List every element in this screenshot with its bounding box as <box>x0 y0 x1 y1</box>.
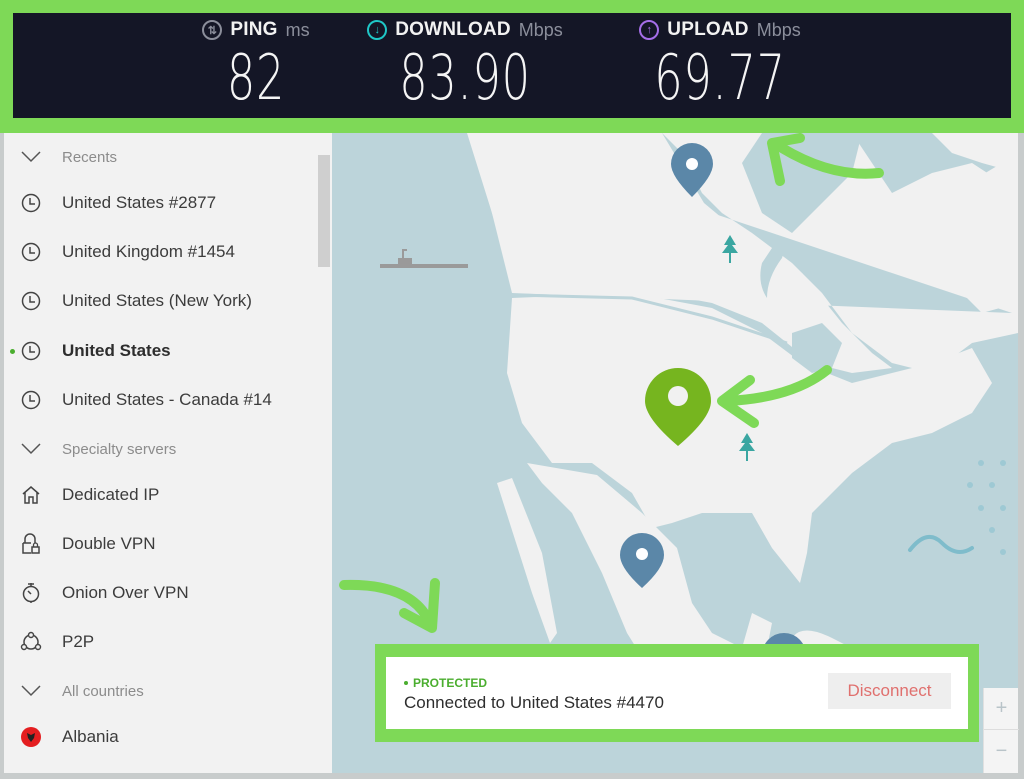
ping-label: PING <box>230 19 278 40</box>
dots-decoration <box>967 460 1006 555</box>
upload-value: 69.77 <box>654 41 786 114</box>
highlight-arrow-panel <box>339 578 440 633</box>
ship-decoration <box>380 249 468 268</box>
server-sidebar: Recents United States #2877 United Kingd… <box>4 133 332 773</box>
section-toggle-all-countries[interactable]: All countries <box>4 671 314 711</box>
zoom-in-button[interactable]: + <box>984 688 1019 730</box>
upload-arrow-icon: ↑ <box>639 20 660 40</box>
server-label: United States #2877 <box>62 193 217 212</box>
onion-icon <box>20 582 42 604</box>
home-icon <box>20 484 42 506</box>
status-dot-icon <box>404 681 408 685</box>
server-label: United States - Canada #14 <box>62 390 272 409</box>
clock-icon <box>20 241 42 263</box>
ping-metric: ⇅ PING ms 82 <box>181 19 331 111</box>
upload-label: UPLOAD <box>667 19 749 40</box>
specialty-item-dedicated-ip[interactable]: Dedicated IP <box>4 475 314 515</box>
specialty-item-double-vpn[interactable]: Double VPN <box>4 524 314 564</box>
chevron-down-icon <box>20 680 42 702</box>
speed-test-panel: ⇅ PING ms 82 ↓ DOWNLOAD Mbps 83.90 ↑ UPL… <box>13 13 1011 118</box>
land-baja <box>497 478 557 643</box>
map-zoom-controls: + − <box>983 688 1019 773</box>
clock-icon <box>20 340 42 362</box>
server-item[interactable]: United States (New York) <box>4 281 314 321</box>
chevron-down-icon <box>20 146 42 168</box>
server-label: United States (New York) <box>62 291 252 310</box>
chevron-down-icon <box>20 438 42 460</box>
server-item-active[interactable]: United States <box>4 331 314 371</box>
app-window: ⇅ PING ms 82 ↓ DOWNLOAD Mbps 83.90 ↑ UPL… <box>0 0 1024 779</box>
disconnect-button[interactable]: Disconnect <box>828 673 951 709</box>
download-unit: Mbps <box>518 19 563 40</box>
section-toggle-recents[interactable]: Recents <box>4 137 314 177</box>
p2p-icon <box>20 631 42 653</box>
ping-unit: ms <box>285 19 310 40</box>
upload-unit: Mbps <box>756 19 801 40</box>
albania-flag-icon <box>20 726 42 748</box>
section-toggle-specialty[interactable]: Specialty servers <box>4 429 314 469</box>
clock-icon <box>20 290 42 312</box>
server-item[interactable]: United States #2877 <box>4 183 314 223</box>
ping-value: 82 <box>226 41 286 114</box>
specialty-label: Dedicated IP <box>62 485 160 504</box>
download-label: DOWNLOAD <box>395 19 511 40</box>
section-title: All countries <box>62 682 144 700</box>
connected-server-text: Connected to United States #4470 <box>404 693 664 712</box>
sidebar-scrollbar[interactable] <box>318 155 330 267</box>
clock-icon <box>20 389 42 411</box>
server-item[interactable]: United States - Canada #14 <box>4 380 314 420</box>
clock-icon <box>20 192 42 214</box>
section-title: Recents <box>62 148 118 166</box>
specialty-label: P2P <box>62 632 95 651</box>
specialty-label: Double VPN <box>62 534 156 553</box>
zoom-out-button[interactable]: − <box>984 730 1019 772</box>
active-indicator-dot <box>10 348 15 354</box>
download-metric: ↓ DOWNLOAD Mbps 83.90 <box>350 19 580 111</box>
country-item-albania[interactable]: Albania <box>4 717 314 757</box>
wave-decoration <box>908 534 974 554</box>
status-badge: PROTECTED <box>404 676 487 690</box>
country-label: Albania <box>62 727 119 746</box>
specialty-label: Onion Over VPN <box>62 583 189 602</box>
server-item[interactable]: United Kingdom #1454 <box>4 232 314 272</box>
section-title: Specialty servers <box>62 440 177 458</box>
server-label: United Kingdom #1454 <box>62 242 235 261</box>
specialty-item-p2p[interactable]: P2P <box>4 622 314 662</box>
double-lock-icon <box>20 533 42 555</box>
ping-icon: ⇅ <box>202 20 223 40</box>
status-text: PROTECTED <box>413 676 488 690</box>
download-arrow-icon: ↓ <box>367 20 388 40</box>
connection-panel: PROTECTED Connected to United States #44… <box>386 657 968 729</box>
download-value: 83.90 <box>399 41 531 114</box>
server-label: United States <box>62 341 171 360</box>
specialty-item-onion[interactable]: Onion Over VPN <box>4 573 314 613</box>
upload-metric: ↑ UPLOAD Mbps 69.77 <box>620 19 820 111</box>
